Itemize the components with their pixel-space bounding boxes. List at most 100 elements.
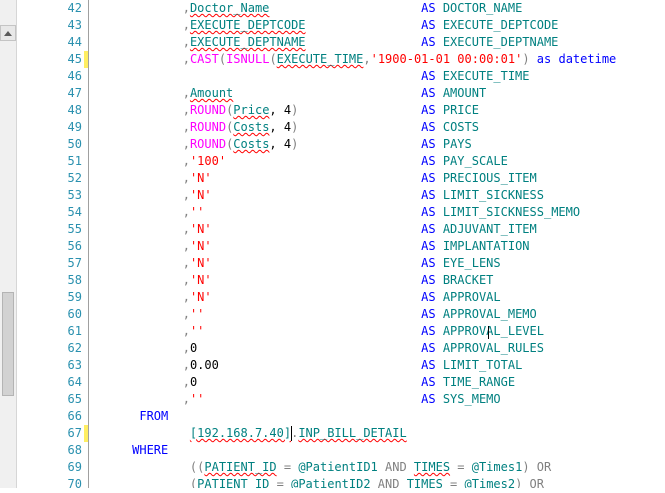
code-editor[interactable]: ,Doctor_Name AS DOCTOR_NAME ,EXECUTE_DEP… — [96, 0, 665, 488]
left-panel — [0, 0, 17, 488]
code-token: ISNULL — [226, 52, 270, 66]
column-alias: EYE_LENS — [442, 256, 501, 270]
code-token: WHERE — [132, 443, 169, 457]
column-alias: BRACKET — [442, 273, 494, 287]
comma: , — [182, 392, 190, 406]
line-number: 52 — [67, 171, 82, 185]
line-number: 55 — [67, 222, 82, 236]
column-alias: APPROVAL_LEVEL — [442, 324, 544, 338]
code-line: ,ROUND(Costs, 4) AS COSTS — [96, 119, 479, 136]
comma: , — [182, 35, 190, 49]
comma: , — [182, 307, 190, 321]
code-token: OR — [529, 460, 552, 474]
code-line: ,0 AS APPROVAL_RULES — [96, 340, 544, 357]
comma: , — [182, 239, 190, 253]
column-expression: 'N' — [189, 239, 212, 253]
code-token: ROUND — [189, 120, 227, 134]
line-number: 61 — [67, 324, 82, 338]
comma: , — [182, 324, 190, 338]
comma: , — [182, 18, 190, 32]
line-number: 56 — [67, 239, 82, 253]
line-number: 48 — [67, 103, 82, 117]
comma: , — [182, 188, 190, 202]
code-line: ,EXECUTE_DEPTCODE AS EXECUTE_DEPTCODE — [96, 17, 559, 34]
as-keyword: AS — [421, 375, 436, 389]
scroll-up-arrow-icon[interactable] — [0, 25, 16, 41]
as-keyword: AS — [421, 205, 436, 219]
alias-padding — [212, 290, 422, 304]
code-token: FROM — [139, 409, 169, 423]
line-number: 44 — [67, 35, 82, 49]
comma: , — [182, 1, 190, 15]
mouse-ibeam-cursor-icon — [488, 326, 489, 339]
as-keyword: AS — [421, 273, 436, 287]
code-token: OR — [522, 477, 545, 488]
alias-padding — [204, 392, 421, 406]
as-keyword: AS — [421, 69, 436, 83]
alias-padding — [204, 324, 421, 338]
code-line: ,'' AS APPROVAL_MEMO — [96, 306, 537, 323]
as-keyword: AS — [421, 171, 436, 185]
code-line: ,'N' AS IMPLANTATION — [96, 238, 530, 255]
as-keyword: AS — [421, 188, 436, 202]
line-number: 58 — [67, 273, 82, 287]
code-line: ,'' AS APPROVAL_LEVEL — [96, 323, 544, 340]
line-number: 50 — [67, 137, 82, 151]
as-keyword: AS — [421, 103, 436, 117]
alias-padding — [298, 137, 421, 151]
column-alias: COSTS — [442, 120, 479, 134]
code-line: (PATIENT_ID = @PatientID2 AND TIMES = @T… — [96, 476, 544, 488]
column-expression: '' — [189, 205, 205, 219]
alias-padding — [226, 154, 421, 168]
code-token: datetime — [558, 52, 617, 66]
code-token: Costs — [233, 120, 270, 134]
code-line: ,'' AS LIMIT_SICKNESS_MEMO — [96, 204, 580, 221]
as-keyword: AS — [421, 1, 436, 15]
line-number: 57 — [67, 256, 82, 270]
as-keyword: AS — [421, 35, 436, 49]
comma: , — [182, 86, 190, 100]
column-expression: 'N' — [189, 222, 212, 236]
code-line: ((PATIENT_ID = @PatientID1 AND TIMES = @… — [96, 459, 551, 476]
code-token: ) — [522, 52, 530, 66]
code-line: FROM — [96, 408, 168, 425]
column-expression: '100' — [189, 154, 227, 168]
alias-padding — [204, 307, 421, 321]
as-keyword: AS — [421, 392, 436, 406]
column-expression: 'N' — [189, 171, 212, 185]
code-token: @PatientID2 — [291, 477, 371, 488]
code-token: , — [182, 103, 190, 117]
code-token: (( — [189, 460, 205, 474]
code-line: WHERE — [96, 442, 168, 459]
column-expression: '' — [189, 307, 205, 321]
code-token: AND — [370, 477, 407, 488]
code-token: TIMES — [406, 477, 443, 488]
column-alias: ADJUVANT_ITEM — [442, 222, 537, 236]
code-token: , — [182, 137, 190, 151]
line-number: 54 — [67, 205, 82, 219]
column-alias: DOCTOR_NAME — [442, 1, 523, 15]
vertical-scrollbar-thumb[interactable] — [2, 292, 14, 396]
code-token: ROUND — [189, 137, 227, 151]
as-keyword: AS — [421, 154, 436, 168]
column-alias: APPROVAL_MEMO — [442, 307, 537, 321]
code-token: CAST — [189, 52, 219, 66]
line-number: 45 — [67, 52, 82, 66]
